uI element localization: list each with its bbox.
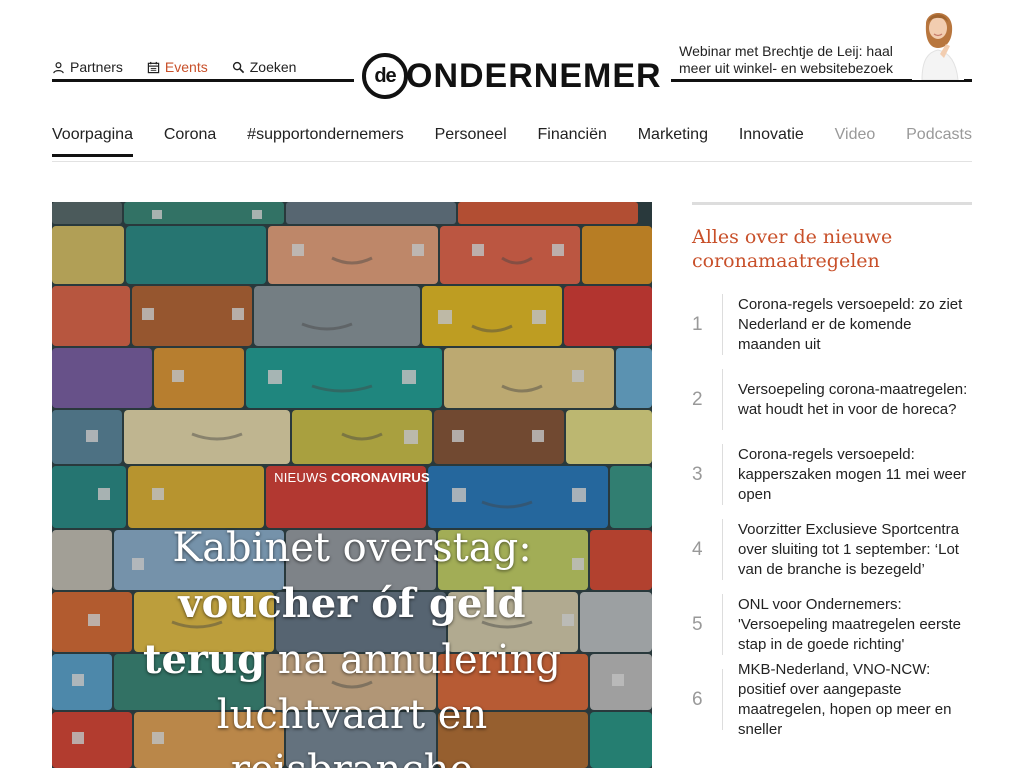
nav-item-marketing[interactable]: Marketing — [638, 126, 708, 156]
list-item-number: 6 — [692, 688, 703, 710]
hero-title: Kabinet overstag: voucher óf geld terug … — [112, 521, 592, 768]
list-item-title: Corona-regels versoepeld: kappers­zaken … — [738, 445, 967, 503]
list-item-number: 5 — [692, 613, 703, 635]
sidebar-corona-list: Alles over de nieuwe coronamaatregelen 1… — [692, 202, 972, 738]
nav-item-financien[interactable]: Financiën — [537, 126, 606, 156]
nav-item-innovatie[interactable]: Innovatie — [739, 126, 804, 156]
logo-mark: de — [362, 53, 408, 99]
list-item-divider — [722, 444, 723, 505]
webinar-speaker-photo[interactable] — [912, 4, 964, 80]
list-item-title: ONL voor Ondernemers: 'Versoepeling maat… — [738, 595, 962, 653]
sidebar-top-rule — [692, 202, 972, 205]
site-logo[interactable]: de ONDERNEMER — [362, 53, 662, 99]
list-item-title: Voorzitter Exclusieve Sportcentra over s… — [738, 520, 959, 578]
utility-links: Partners Events Zoeken — [52, 59, 296, 75]
list-item-title: MKB-Nederland, VNO-NCW: positief over aa… — [738, 660, 952, 738]
nav-item-supportondernemers[interactable]: #supportondernemers — [247, 126, 404, 156]
list-item[interactable]: 3 Corona-regels versoepeld: kappers­zake… — [692, 437, 972, 512]
nav-item-video[interactable]: Video — [835, 126, 876, 156]
sidebar-title[interactable]: Alles over de nieuwe coronamaatregelen — [692, 225, 972, 273]
list-item[interactable]: 1 Corona-regels versoepeld: zo ziet Nede… — [692, 287, 972, 362]
partners-link[interactable]: Partners — [52, 59, 123, 75]
search-label: Zoeken — [249, 59, 297, 75]
hero-article[interactable]: NIEUWS CORONAVIRUS Kabinet overstag: vou… — [52, 202, 652, 768]
nav-item-personeel[interactable]: Personeel — [435, 126, 507, 156]
main-nav: Voorpagina Corona #supportondernemers Pe… — [52, 126, 972, 162]
search-link[interactable]: Zoeken — [232, 59, 297, 75]
events-link[interactable]: Events — [147, 59, 208, 75]
list-item-number: 2 — [692, 388, 703, 410]
kicker-topic: CORONAVIRUS — [331, 470, 430, 485]
list-item-title: Corona-regels versoepeld: zo ziet Nederl… — [738, 295, 963, 353]
list-item[interactable]: 4 Voorzitter Exclusieve Sportcentra over… — [692, 512, 972, 587]
list-item[interactable]: 6 MKB-Nederland, VNO-NCW: positief over … — [692, 660, 972, 738]
nav-item-corona[interactable]: Corona — [164, 126, 216, 156]
list-item-divider — [722, 294, 723, 355]
list-item-divider — [722, 369, 723, 430]
list-item-number: 3 — [692, 463, 703, 485]
nav-item-podcasts[interactable]: Podcasts — [906, 126, 972, 156]
list-item-number: 4 — [692, 538, 703, 560]
search-icon — [232, 61, 244, 73]
calendar-icon — [147, 61, 160, 73]
list-item-divider — [722, 519, 723, 580]
list-item-divider — [722, 594, 723, 655]
list-item-number: 1 — [692, 313, 703, 335]
header-rule-left — [52, 79, 354, 82]
hero-kicker: NIEUWS CORONAVIRUS — [52, 470, 652, 485]
nav-item-voorpagina[interactable]: Voorpagina — [52, 126, 133, 157]
partners-label: Partners — [70, 59, 123, 75]
logo-wordmark: ONDERNEMER — [406, 56, 662, 95]
events-label: Events — [164, 59, 208, 75]
list-item-title: Versoepeling corona-maatregelen: wat hou… — [738, 380, 968, 418]
user-icon — [53, 61, 64, 73]
webinar-promo-link[interactable]: Webinar met Brechtje de Leij: haal meer … — [676, 43, 896, 77]
sidebar-list: 1 Corona-regels versoepeld: zo ziet Nede… — [692, 287, 972, 738]
hero-title-part2: na annulering luchtvaart en reisbranche — [216, 636, 561, 768]
list-item[interactable]: 5 ONL voor Ondernemers: 'Versoepeling ma… — [692, 587, 972, 662]
list-item-divider — [722, 669, 723, 730]
hero-title-part1: Kabinet overstag: — [172, 524, 532, 571]
list-item[interactable]: 2 Versoepeling corona-maatregelen: wat h… — [692, 362, 972, 437]
kicker-category: NIEUWS — [274, 470, 328, 485]
